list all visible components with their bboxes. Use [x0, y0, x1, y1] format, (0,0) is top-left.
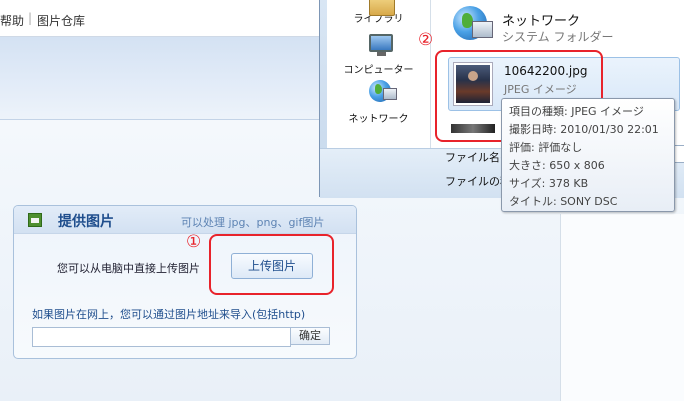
tooltip-line: 項目の種類: JPEG イメージ — [509, 105, 644, 118]
panel-title: 提供图片 — [58, 214, 114, 230]
network-folder-subtitle: システム フォルダー — [502, 30, 614, 44]
import-url-label: 如果图片在网上，您可以通过图片地址来导入(包括http) — [32, 308, 306, 321]
nav-separator: | — [28, 11, 33, 25]
annotation-marker-2: ② — [418, 30, 434, 50]
image-url-input[interactable] — [32, 327, 291, 347]
nav-image-library-link[interactable]: 图片仓库 — [37, 12, 85, 29]
supported-formats-hint: 可以处理 jpg、png、gif图片 — [181, 216, 325, 229]
tooltip-line: 評価: 評価なし — [509, 141, 583, 154]
library-icon — [369, 0, 395, 16]
file-info-tooltip: 項目の種類: JPEG イメージ 撮影日時: 2010/01/30 22:01 … — [501, 98, 675, 212]
network-folder-name[interactable]: ネットワーク — [502, 10, 580, 29]
annotation-marker-1: ① — [186, 232, 202, 252]
annotation-highlight-upload-button — [209, 234, 334, 295]
nav-help-link[interactable]: 帮助 — [0, 12, 24, 29]
network-icon — [369, 80, 397, 102]
nav-item-computer[interactable]: コンピューター — [327, 34, 430, 76]
confirm-button[interactable]: 确定 — [290, 327, 330, 345]
tooltip-line: サイズ: 378 KB — [509, 177, 589, 190]
right-side-panel — [560, 214, 684, 401]
computer-icon — [369, 34, 393, 56]
panel-header: 提供图片 可以处理 jpg、png、gif图片 — [14, 206, 356, 234]
nav-item-network[interactable]: ネットワーク — [327, 80, 430, 125]
tooltip-line: 大きさ: 650 x 806 — [509, 159, 605, 172]
upload-from-computer-label: 您可以从电脑中直接上传图片 — [57, 262, 200, 275]
tooltip-line: タイトル: SONY DSC — [509, 195, 618, 208]
navigation-pane: ライブラリ コンピューター ネットワーク — [327, 0, 431, 148]
tooltip-line: 撮影日時: 2010/01/30 22:01 — [509, 123, 659, 136]
network-folder-icon — [453, 6, 493, 40]
image-icon — [28, 213, 42, 227]
nav-item-library[interactable]: ライブラリ — [327, 0, 430, 25]
